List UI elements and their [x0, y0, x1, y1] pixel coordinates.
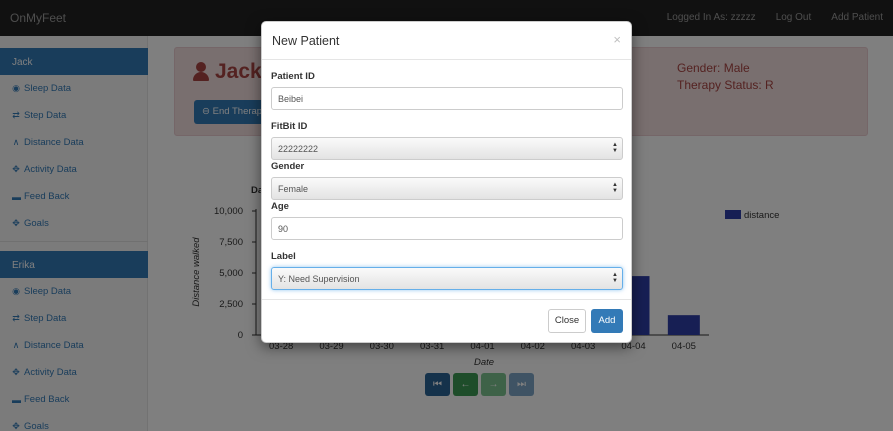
fitbit-id-label: FitBit ID — [271, 121, 308, 132]
new-patient-modal: New Patient × Patient ID FitBit ID 22222… — [261, 21, 632, 343]
modal-footer-divider — [262, 299, 631, 300]
close-button[interactable]: Close — [548, 309, 586, 333]
select-arrows-icon: ▲ ▼ — [612, 142, 618, 154]
fitbit-id-select[interactable]: 22222222 ▲ ▼ — [271, 137, 623, 160]
fitbit-id-value: 22222222 — [278, 144, 319, 154]
select-arrows-icon: ▲ ▼ — [612, 182, 618, 194]
modal-header-divider — [262, 59, 631, 60]
patient-id-label: Patient ID — [271, 71, 315, 82]
add-button[interactable]: Add — [591, 309, 623, 333]
age-label: Age — [271, 201, 289, 212]
label-value: Y: Need Supervision — [278, 274, 360, 284]
gender-label: Gender — [271, 161, 305, 172]
gender-value: Female — [278, 184, 309, 194]
label-label: Label — [271, 251, 296, 262]
patient-id-input[interactable] — [271, 87, 623, 110]
close-icon[interactable]: × — [613, 32, 621, 47]
label-select[interactable]: Y: Need Supervision ▲ ▼ — [271, 267, 623, 290]
age-input[interactable] — [271, 217, 623, 240]
modal-title: New Patient — [272, 34, 340, 48]
select-arrows-icon: ▲ ▼ — [612, 272, 618, 284]
gender-select[interactable]: Female ▲ ▼ — [271, 177, 623, 200]
